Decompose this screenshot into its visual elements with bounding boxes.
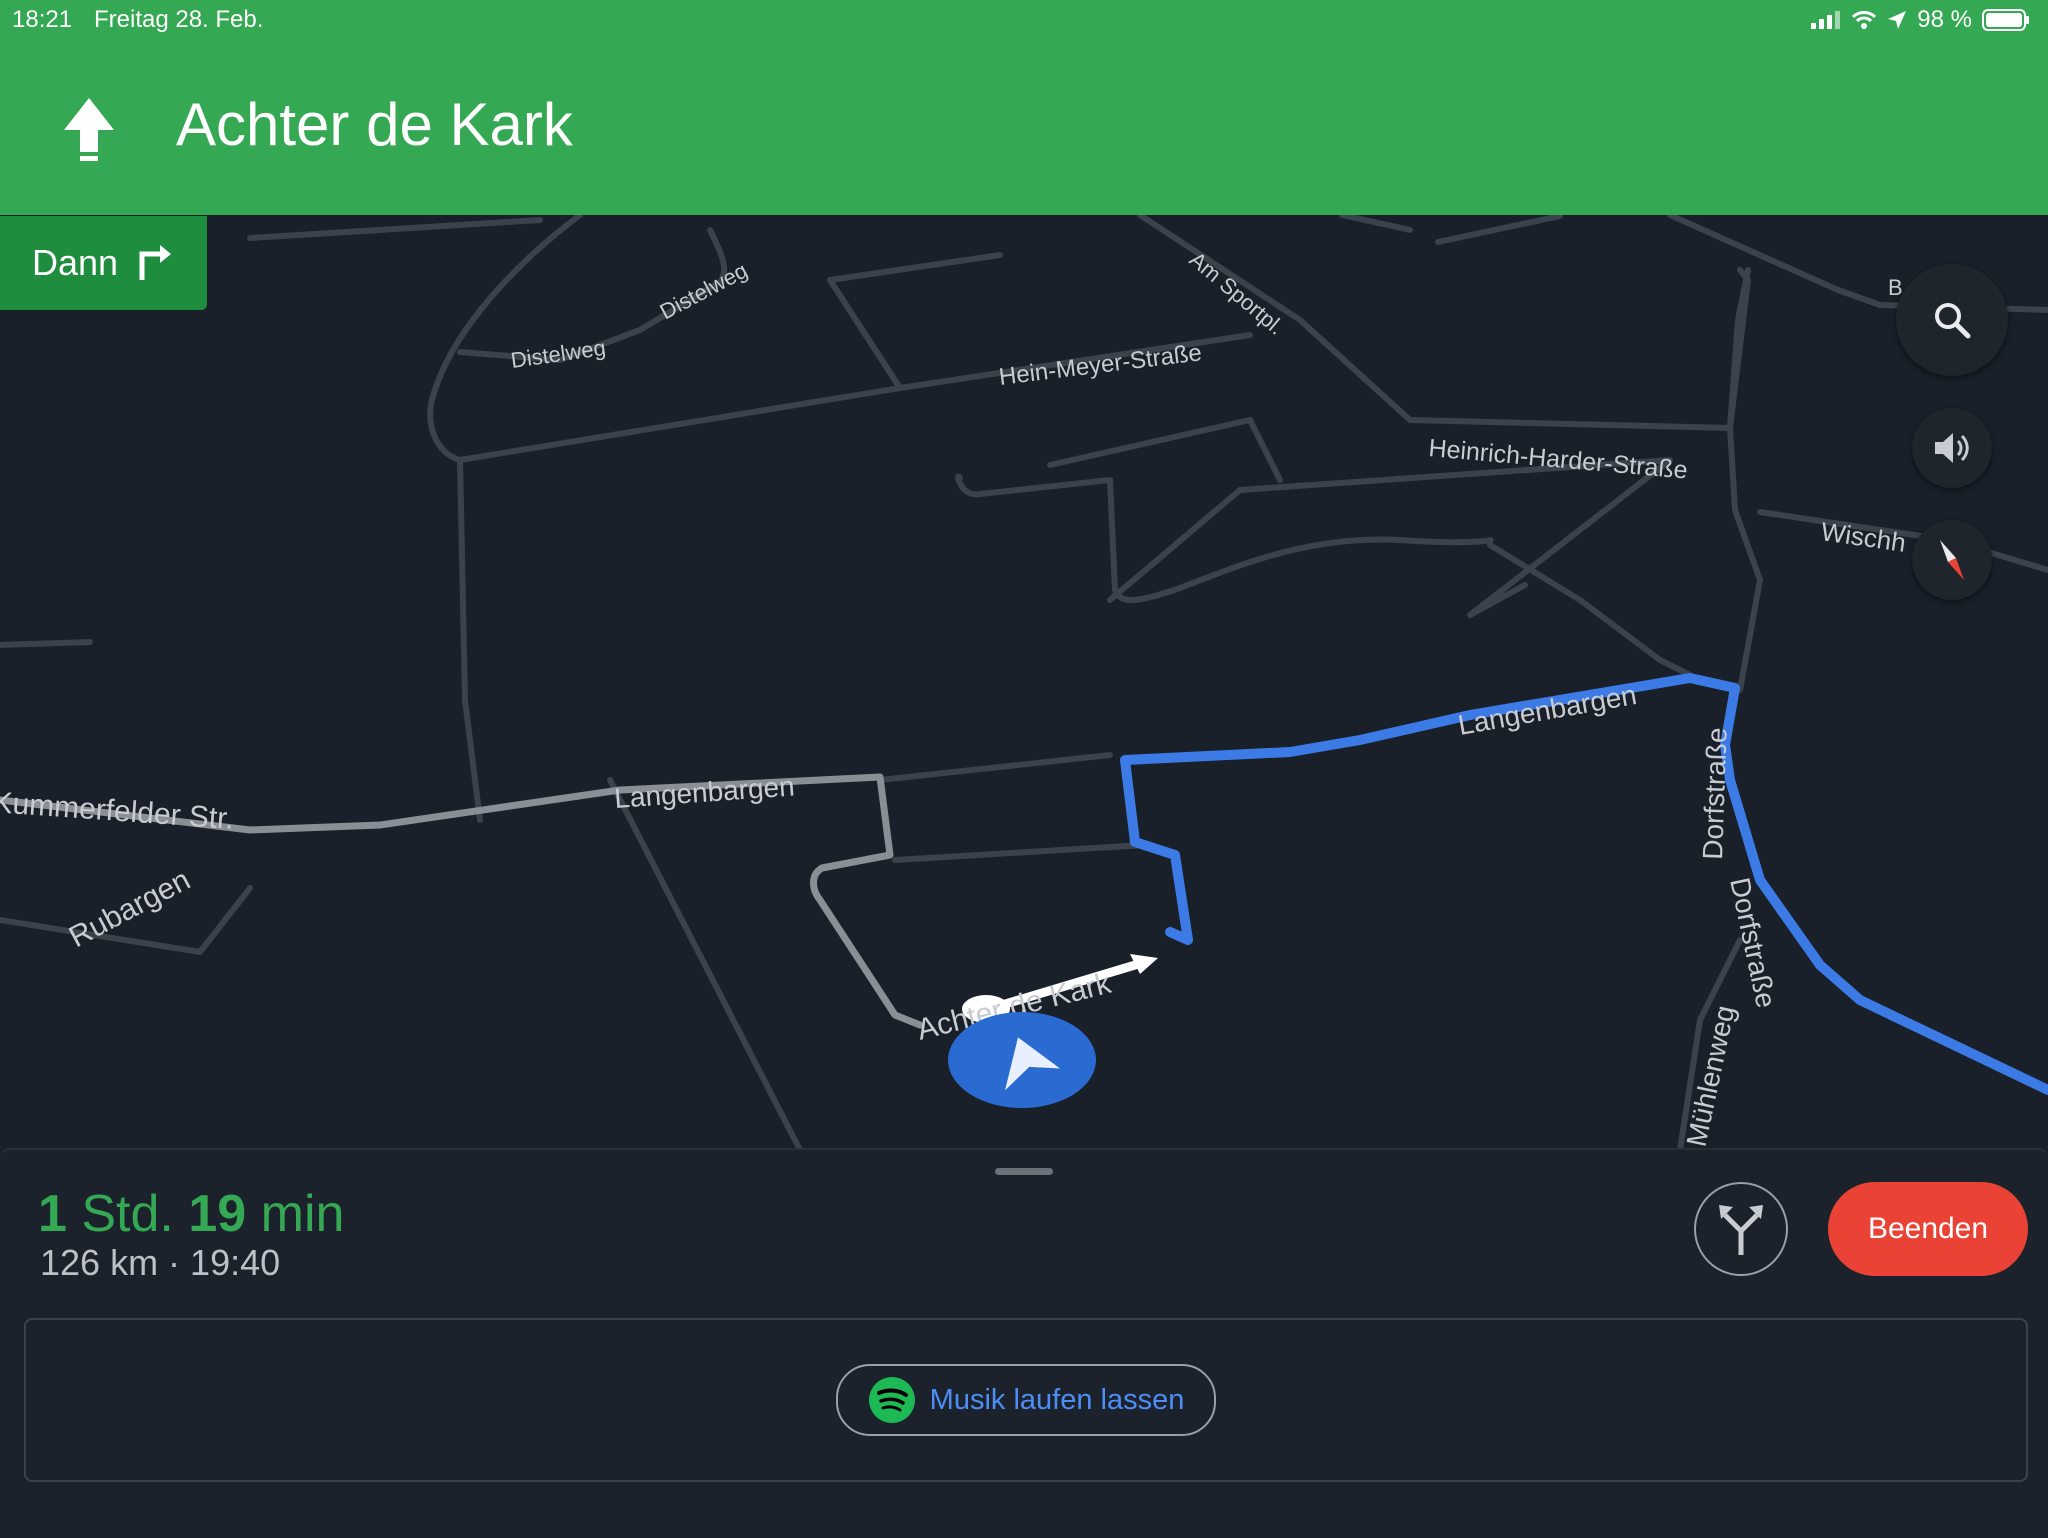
play-music-label: Musik laufen lassen [929,1383,1185,1416]
alternate-routes-icon [1719,1205,1763,1255]
straight-arrow-icon [64,98,114,161]
spotify-icon [868,1377,915,1423]
status-time: 18:21 [12,6,73,33]
then-label: Dann [32,242,119,283]
play-music-button[interactable]: Musik laufen lassen [836,1364,1216,1436]
status-bar: 18:21 Freitag 28. Feb. 98 % [0,0,2048,40]
alternate-routes-button[interactable] [1694,1182,1788,1276]
map-label-dorfstrasse: Dorfstraße [1697,727,1733,860]
turn-right-icon [139,245,172,280]
distance-and-arrival: 126 km · 19:40 [40,1242,281,1283]
speaker-icon [1935,433,1969,463]
next-maneuver-box[interactable]: Dann [0,216,207,310]
eta-hours: 1 [38,1185,67,1243]
location-arrow-icon [1888,11,1907,29]
music-panel: Musik laufen lassen [24,1318,2028,1482]
wifi-icon [1852,11,1877,29]
search-icon [1935,303,1971,339]
current-street-name: Achter de Kark [176,91,573,158]
sound-button[interactable] [1912,408,1992,488]
trip-panel: 1 Std. 19 min 126 km · 19:40 Beenden Mus… [0,1148,2048,1538]
compass-icon [1940,540,1964,580]
battery-icon [1982,9,2029,31]
end-navigation-button[interactable]: Beenden [1828,1182,2028,1276]
eta-duration: 1 Std. 19 min [38,1184,344,1244]
status-date: Freitag 28. Feb. [94,6,264,33]
drag-handle[interactable] [995,1168,1053,1175]
compass-button[interactable] [1912,520,1992,600]
eta-minutes: 19 [188,1185,247,1243]
eta-minutes-unit: min [260,1185,345,1243]
cellular-signal-icon [1811,11,1841,29]
battery-percentage: 98 % [1917,6,1972,33]
current-location-puck [948,1012,1096,1108]
search-button[interactable] [1896,264,2008,376]
eta-hours-unit: Std. [81,1185,174,1243]
